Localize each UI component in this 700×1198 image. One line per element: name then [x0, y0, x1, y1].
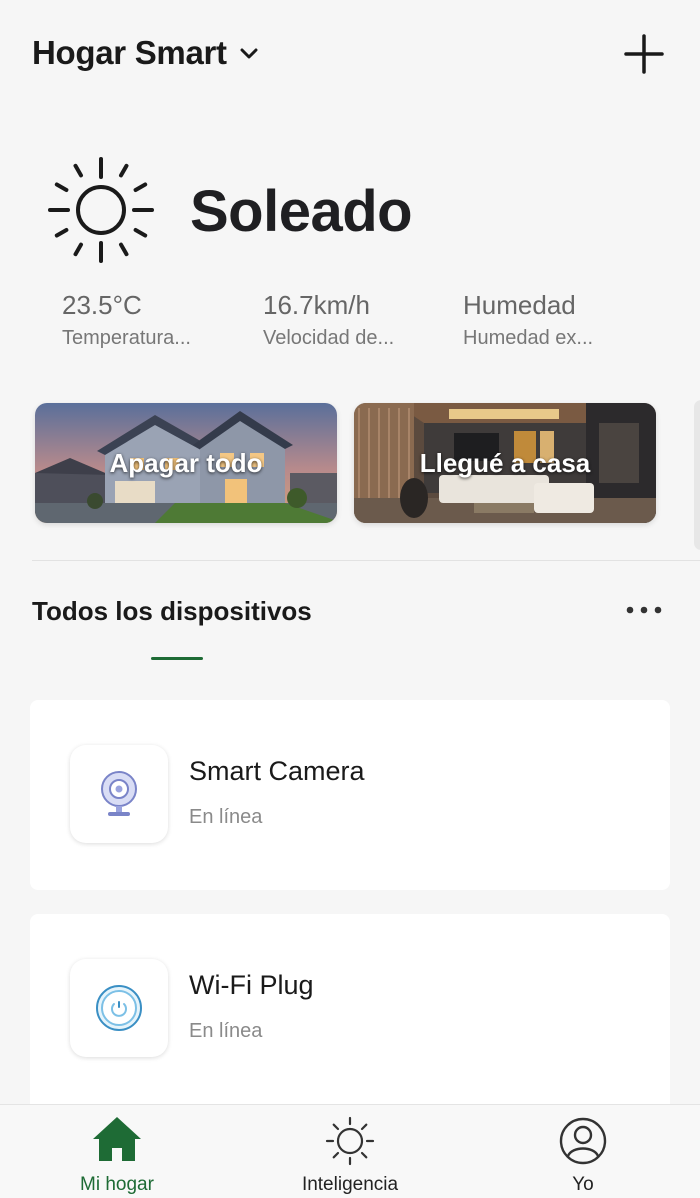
- nav-item-inteligencia[interactable]: Inteligencia: [270, 1105, 430, 1198]
- more-horizontal-icon[interactable]: [624, 600, 664, 620]
- device-name: Wi-Fi Plug: [189, 970, 314, 1000]
- sun-icon: [48, 157, 154, 263]
- nav-item-mi-hogar[interactable]: Mi hogar: [37, 1105, 197, 1198]
- device-card-smart-camera[interactable]: Smart Camera En línea: [30, 700, 670, 890]
- home-icon: [93, 1117, 141, 1161]
- home-screen: Hogar Smart Soleado 23.5°C Temperatura..…: [0, 0, 700, 1198]
- user-icon: [559, 1117, 607, 1165]
- tab-all-devices[interactable]: Todos los dispositivos: [32, 596, 312, 627]
- sun-icon: [325, 1116, 375, 1166]
- camera-icon: [101, 771, 137, 816]
- weather-stat-temperature: 23.5°C Temperatura...: [62, 290, 242, 350]
- stat-value: 23.5°C: [62, 290, 142, 320]
- home-selector[interactable]: Hogar Smart: [32, 34, 259, 72]
- scene-card-llegue-a-casa[interactable]: Llegué a casa: [354, 403, 656, 523]
- scroll-edge-shadow: [694, 400, 700, 550]
- nav-item-yo[interactable]: Yo: [503, 1105, 663, 1198]
- nav-label: Mi hogar: [80, 1174, 154, 1195]
- scene-label: Llegué a casa: [419, 447, 591, 478]
- nav-label: Inteligencia: [301, 1174, 399, 1195]
- scene-label: Apagar todo: [109, 447, 263, 478]
- home-name: Hogar Smart: [32, 34, 227, 71]
- device-name: Smart Camera: [189, 756, 365, 786]
- plug-icon: [96, 985, 142, 1031]
- weather-stat-wind: 16.7km/h Velocidad de...: [263, 290, 443, 350]
- plus-icon[interactable]: [622, 32, 666, 76]
- stat-label: Velocidad de...: [263, 327, 395, 349]
- stat-label: Temperatura...: [62, 327, 191, 349]
- stat-value: 16.7km/h: [263, 290, 370, 320]
- divider: [32, 560, 700, 561]
- stat-label: Humedad ex...: [463, 327, 594, 349]
- tab-active-indicator: [151, 657, 203, 660]
- device-icon-box: [70, 959, 168, 1057]
- device-status: En línea: [189, 806, 263, 828]
- bottom-nav: Mi hogar Inteligencia Yo: [0, 1104, 700, 1198]
- nav-label: Yo: [572, 1174, 594, 1195]
- device-card-wifi-plug[interactable]: Wi-Fi Plug En línea: [30, 914, 670, 1114]
- chevron-down-icon: [240, 48, 258, 59]
- device-icon-box: [70, 745, 168, 843]
- scene-card-apagar-todo[interactable]: Apagar todo: [35, 403, 337, 523]
- weather-stat-humidity: Humedad Humedad ex...: [463, 290, 643, 350]
- device-status: En línea: [189, 1020, 263, 1042]
- stat-value: Humedad: [463, 290, 576, 320]
- weather-condition: Soleado: [190, 179, 413, 244]
